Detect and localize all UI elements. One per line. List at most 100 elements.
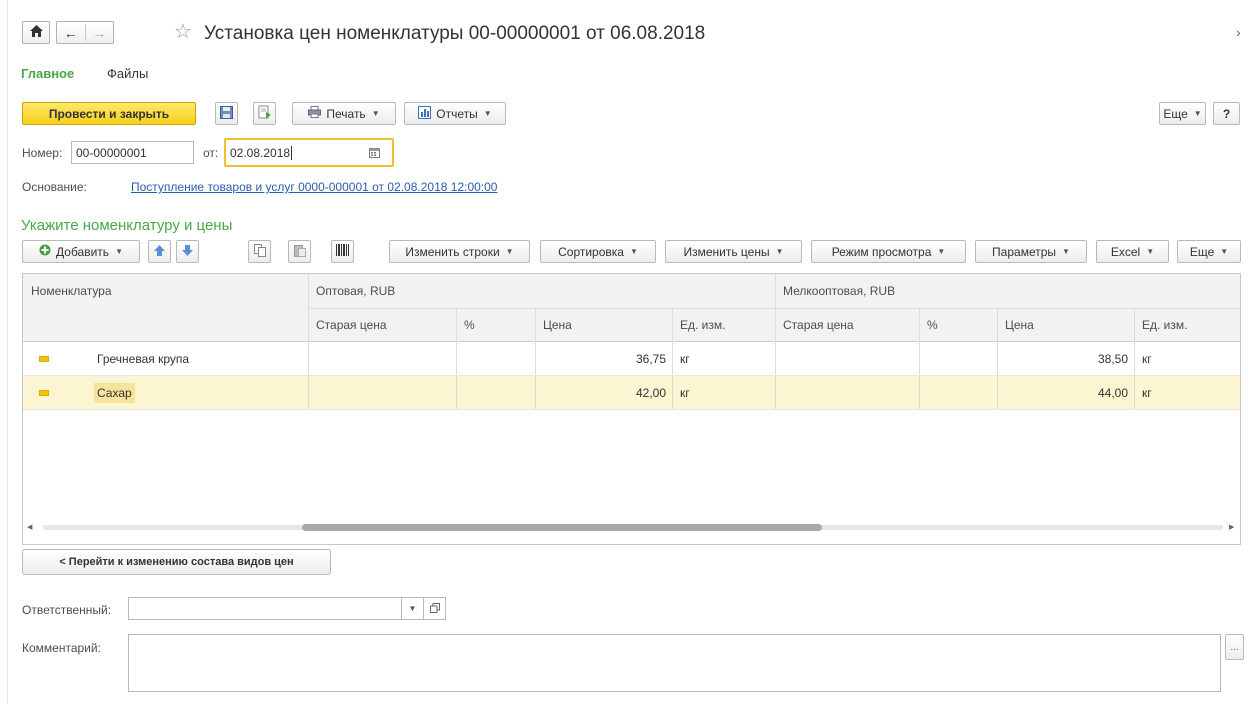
dropdown-arrow-icon: ▼ (629, 247, 638, 256)
more-actions-button[interactable]: Еще ▼ (1159, 102, 1206, 125)
view-mode-button[interactable]: Режим просмотра ▼ (811, 240, 966, 263)
excel-label: Excel (1110, 244, 1141, 259)
column-header-small-percent[interactable]: % (919, 308, 997, 342)
responsible-field[interactable] (128, 597, 402, 620)
sort-label: Сортировка (558, 244, 624, 259)
column-header-wholesale-old-price[interactable]: Старая цена (308, 308, 456, 342)
column-group-small-wholesale-label: Мелкооптовая, RUB (783, 284, 896, 298)
cell-small-unit[interactable]: кг (1142, 376, 1152, 410)
move-down-button[interactable] (176, 240, 199, 263)
dropdown-arrow-icon: ▼ (483, 109, 492, 118)
table-more-label: Еще (1189, 244, 1215, 259)
date-field[interactable]: 02.08.2018 (224, 138, 394, 167)
column-header-small-old-price[interactable]: Старая цена (775, 308, 919, 342)
cell-small-price[interactable]: 38,50 (997, 342, 1128, 376)
date-label: от: (203, 146, 219, 160)
dropdown-arrow-icon: ▼ (775, 247, 784, 256)
dropdown-arrow-icon: ▼ (505, 247, 514, 256)
cell-nomenclature[interactable]: Гречневая крупа (97, 342, 189, 376)
row-item-icon (39, 342, 49, 376)
arrow-down-icon (182, 244, 193, 259)
column-header-small-price[interactable]: Цена (997, 308, 1134, 342)
dropdown-arrow-icon: ▼ (1193, 109, 1202, 118)
barcode-button[interactable] (331, 240, 354, 263)
dropdown-arrow-icon: ▼ (937, 247, 946, 256)
comment-expand-button[interactable]: ... (1225, 634, 1244, 660)
parameters-label: Параметры (992, 244, 1057, 259)
arrow-up-icon (154, 244, 165, 259)
view-mode-label: Режим просмотра (831, 244, 932, 259)
column-header-label: Ед. изм. (1142, 318, 1188, 332)
reports-button-label: Отчеты (436, 106, 478, 121)
paste-button[interactable] (288, 240, 311, 263)
dropdown-arrow-icon: ▼ (1062, 247, 1070, 256)
responsible-dropdown-icon[interactable]: ▼ (402, 597, 424, 620)
dropdown-arrow-icon: ▼ (115, 247, 123, 256)
reports-button[interactable]: Отчеты ▼ (404, 102, 506, 125)
responsible-open-button[interactable] (424, 597, 446, 620)
window-title: Установка цен номенклатуры 00-00000001 о… (204, 23, 706, 44)
print-button[interactable]: Печать ▼ (292, 102, 396, 125)
copy-row-button[interactable] (248, 240, 271, 263)
back-arrow-icon[interactable]: ← (57, 25, 85, 41)
home-icon (29, 25, 43, 40)
scroll-left-icon[interactable]: ◀ (27, 523, 32, 531)
more-chevron-icon[interactable]: › (1236, 24, 1241, 40)
change-rows-button[interactable]: Изменить строки ▼ (389, 240, 530, 263)
section-title: Укажите номенклатуру и цены (21, 217, 233, 234)
column-header-nomenclature[interactable]: Номенклатура (23, 274, 308, 342)
home-button[interactable] (22, 21, 50, 44)
cell-small-unit[interactable]: кг (1142, 342, 1152, 376)
add-row-button[interactable]: Добавить ▼ (22, 240, 140, 263)
scrollbar-thumb[interactable] (302, 524, 822, 531)
help-button[interactable]: ? (1213, 102, 1240, 125)
prices-table[interactable]: Номенклатура Оптовая, RUB Мелкооптовая, … (22, 273, 1241, 545)
favorite-star-icon[interactable]: ☆ (174, 22, 192, 42)
table-more-button[interactable]: Еще ▼ (1177, 240, 1241, 263)
column-group-wholesale: Оптовая, RUB (308, 274, 775, 308)
cell-small-price[interactable]: 44,00 (997, 376, 1128, 410)
barcode-icon (336, 244, 349, 259)
column-header-small-unit[interactable]: Ед. изм. (1134, 308, 1240, 342)
save-button[interactable] (215, 102, 238, 125)
cell-wholesale-price[interactable]: 36,75 (535, 342, 666, 376)
row-item-icon (39, 376, 49, 410)
column-header-label: Старая цена (783, 318, 854, 332)
post-button[interactable] (253, 102, 276, 125)
window-left-border (7, 0, 8, 704)
move-up-button[interactable] (148, 240, 171, 263)
tab-main[interactable]: Главное (21, 66, 74, 81)
forward-arrow-icon[interactable]: → (86, 25, 114, 41)
column-header-label: Старая цена (316, 318, 387, 332)
open-in-window-icon (429, 602, 440, 616)
add-icon (39, 244, 51, 259)
column-header-label: Цена (1005, 318, 1034, 332)
column-header-wholesale-unit[interactable]: Ед. изм. (672, 308, 775, 342)
post-and-close-button[interactable]: Провести и закрыть (22, 102, 196, 125)
comment-label: Комментарий: (22, 641, 101, 655)
tab-files[interactable]: Файлы (107, 66, 148, 81)
floppy-disk-icon (220, 105, 233, 122)
cell-wholesale-unit[interactable]: кг (680, 342, 690, 376)
cell-wholesale-unit[interactable]: кг (680, 376, 690, 410)
column-header-wholesale-percent[interactable]: % (456, 308, 535, 342)
scroll-right-icon[interactable]: ▶ (1229, 523, 1234, 531)
change-prices-button[interactable]: Изменить цены ▼ (665, 240, 802, 263)
excel-button[interactable]: Excel ▼ (1096, 240, 1169, 263)
comment-field[interactable] (128, 634, 1221, 692)
column-header-wholesale-price[interactable]: Цена (535, 308, 672, 342)
parameters-button[interactable]: Параметры ▼ (975, 240, 1087, 263)
cell-wholesale-price[interactable]: 42,00 (535, 376, 666, 410)
basis-label: Основание: (22, 180, 87, 194)
more-actions-label: Еще (1163, 106, 1188, 121)
number-field[interactable]: 00-00000001 (71, 141, 194, 164)
change-price-types-button[interactable]: < Перейти к изменению состава видов цен (22, 549, 331, 575)
sort-button[interactable]: Сортировка ▼ (540, 240, 656, 263)
basis-document-link[interactable]: Поступление товаров и услуг 0000-000001 … (131, 180, 497, 194)
paste-icon (293, 244, 306, 260)
calendar-icon[interactable] (369, 147, 380, 161)
horizontal-scrollbar[interactable]: ◀ ▶ (23, 520, 1240, 534)
change-prices-label: Изменить цены (683, 244, 770, 259)
cell-nomenclature[interactable]: Сахар (94, 383, 135, 403)
date-field-value: 02.08.2018 (230, 145, 293, 160)
